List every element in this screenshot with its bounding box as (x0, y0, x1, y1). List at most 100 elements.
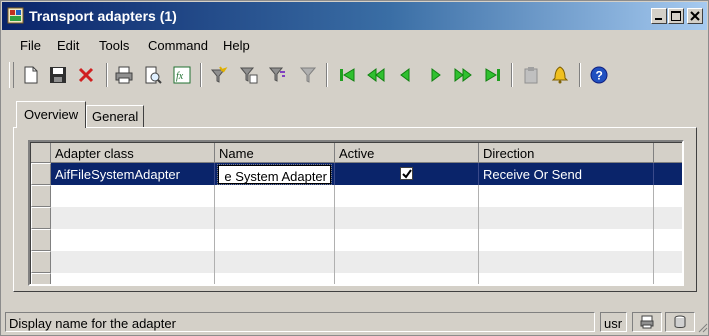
cell-empty (51, 207, 215, 229)
title-bar[interactable]: Transport adapters (1) (2, 2, 707, 30)
row-selector[interactable] (31, 163, 51, 185)
advanced-filter-button[interactable] (267, 64, 289, 86)
cell-empty (51, 251, 215, 273)
column-header-active[interactable]: Active (335, 143, 479, 163)
column-header-direction[interactable]: Direction (479, 143, 654, 163)
first-record-icon (340, 68, 355, 82)
cell-empty (215, 185, 335, 207)
save-button[interactable] (47, 64, 69, 86)
next-record-icon (431, 68, 441, 82)
previous-record-button[interactable] (395, 64, 417, 86)
next-record-button[interactable] (424, 64, 446, 86)
cell-empty (479, 251, 654, 273)
cell-empty (215, 229, 335, 251)
grid-corner (31, 143, 51, 163)
next-page-icon (454, 68, 472, 82)
alert-button[interactable] (549, 64, 571, 86)
first-record-button[interactable] (336, 64, 358, 86)
close-button[interactable] (687, 8, 703, 24)
help-button[interactable]: ? (588, 64, 610, 86)
cell-adapter-class[interactable]: AifFileSystemAdapter (51, 163, 215, 185)
table-row[interactable] (51, 273, 682, 284)
menu-help[interactable]: Help (223, 38, 250, 53)
status-message: Display name for the adapter (5, 312, 595, 332)
table-row[interactable]: AifFileSystemAdapter Receive Or Send (51, 163, 682, 185)
new-icon (24, 66, 38, 84)
checkmark-icon (402, 169, 412, 179)
row-selector[interactable] (31, 229, 51, 251)
menu-tools[interactable]: Tools (99, 38, 129, 53)
row-selector[interactable] (31, 251, 51, 273)
delete-button[interactable] (75, 64, 97, 86)
cell-filler (654, 163, 682, 185)
filter-by-form-button[interactable] (238, 64, 260, 86)
name-edit-field[interactable]: e System Adapter (217, 164, 332, 185)
table-row[interactable] (51, 185, 682, 207)
cell-empty (215, 273, 335, 284)
column-header-adapter-class[interactable]: Adapter class (51, 143, 215, 163)
row-selector[interactable] (31, 273, 51, 284)
tab-general[interactable]: General (86, 105, 144, 128)
minimize-icon (655, 18, 662, 20)
cell-empty (335, 185, 479, 207)
remove-filter-button[interactable] (297, 64, 319, 86)
window: Transport adapters (1) File Edit Tools C… (0, 0, 709, 336)
active-checkbox[interactable] (400, 167, 413, 180)
new-button[interactable] (20, 64, 42, 86)
menu-file[interactable]: File (20, 38, 41, 53)
row-selector[interactable] (31, 207, 51, 229)
adapters-grid[interactable]: Adapter class Name Active Direction AifF… (28, 140, 684, 286)
next-page-button[interactable] (452, 64, 474, 86)
status-user: usr (600, 312, 627, 332)
svg-text:fx: fx (176, 71, 184, 82)
export-excel-button[interactable]: fx (171, 64, 193, 86)
print-button[interactable] (113, 64, 135, 86)
cell-empty (215, 251, 335, 273)
previous-page-button[interactable] (365, 64, 387, 86)
status-pane-database[interactable] (665, 312, 695, 332)
export-excel-icon: fx (173, 66, 191, 84)
cell-empty (479, 185, 654, 207)
cell-empty (51, 185, 215, 207)
remove-filter-icon (299, 67, 317, 83)
delete-icon (78, 67, 94, 83)
attachments-button[interactable] (520, 64, 542, 86)
app-icon (7, 7, 24, 24)
print-preview-icon (145, 66, 162, 84)
row-selector[interactable] (31, 185, 51, 207)
menu-command[interactable]: Command (148, 38, 208, 53)
last-record-button[interactable] (482, 64, 504, 86)
toolbar-separator (326, 63, 328, 87)
cell-empty (335, 251, 479, 273)
cell-empty (479, 273, 654, 284)
database-status-icon (674, 315, 686, 328)
table-row[interactable] (51, 207, 682, 229)
toolbar-grip[interactable] (9, 62, 14, 88)
tab-overview[interactable]: Overview (16, 101, 86, 128)
filter-by-selection-button[interactable] (208, 64, 230, 86)
resize-grip-icon[interactable] (696, 321, 708, 333)
menu-edit[interactable]: Edit (57, 38, 79, 53)
cell-direction[interactable]: Receive Or Send (479, 163, 654, 185)
table-row[interactable] (51, 251, 682, 273)
previous-page-icon (367, 68, 385, 82)
filter-by-form-icon (240, 67, 258, 84)
minimize-button[interactable] (651, 8, 667, 24)
cell-empty (51, 273, 215, 284)
menu-bar: File Edit Tools Command Help (2, 34, 707, 56)
column-header-name[interactable]: Name (215, 143, 335, 163)
cell-empty (51, 229, 215, 251)
print-preview-button[interactable] (142, 64, 164, 86)
svg-text:?: ? (596, 69, 603, 83)
table-row[interactable] (51, 229, 682, 251)
status-pane-print[interactable] (632, 312, 662, 332)
attachments-icon (524, 67, 538, 84)
cell-empty (215, 207, 335, 229)
status-bar: Display name for the adapter usr (2, 310, 708, 335)
cell-active (335, 163, 479, 185)
maximize-button[interactable] (668, 8, 684, 24)
print-icon (115, 66, 133, 84)
grid-body: Adapter class Name Active Direction AifF… (30, 142, 682, 284)
cell-empty (479, 207, 654, 229)
toolbar-separator (511, 63, 513, 87)
